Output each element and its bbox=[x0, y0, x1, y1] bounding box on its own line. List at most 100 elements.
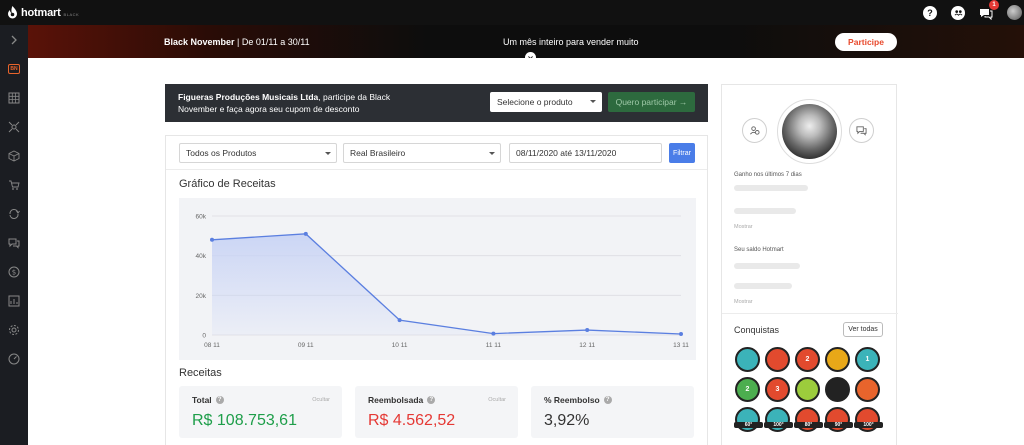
caret-down-icon bbox=[590, 100, 596, 103]
stat-percent-reembolso: % Reembolso? 3,92% bbox=[531, 386, 694, 438]
sidebar-item-settings[interactable] bbox=[0, 315, 28, 344]
quero-participar-button[interactable]: Quero participar → bbox=[608, 92, 695, 112]
caret-down-icon bbox=[325, 152, 331, 155]
badge-ribbon: 100° bbox=[764, 422, 793, 428]
brand-name: hotmart bbox=[21, 6, 61, 19]
stat-reembolsada-value: R$ 4.562,52 bbox=[368, 412, 456, 429]
x-tick-label: 08 11 bbox=[204, 342, 220, 349]
chevron-right-icon bbox=[11, 35, 17, 44]
check-badge-icon[interactable] bbox=[735, 347, 760, 372]
banner-event: Black November | De 01/11 a 30/11 bbox=[164, 37, 310, 47]
profile-avatar[interactable] bbox=[777, 99, 842, 164]
balance-secondary-hidden bbox=[734, 283, 792, 289]
badge-number: 2 bbox=[745, 386, 750, 393]
badge-number: 2 bbox=[805, 356, 810, 363]
notification-badge: 1 bbox=[989, 0, 999, 10]
chat-icon bbox=[8, 238, 20, 249]
box-icon bbox=[8, 149, 20, 162]
sidebar-item-products[interactable] bbox=[0, 141, 28, 170]
date-range-value: 08/11/2020 até 13/11/2020 bbox=[516, 148, 617, 158]
balance-value-hidden bbox=[734, 263, 800, 269]
achievements-title: Conquistas bbox=[734, 325, 780, 335]
brand-sub: BLACK bbox=[63, 11, 80, 17]
sidebar-expand[interactable] bbox=[0, 25, 28, 54]
dollar-icon: $ bbox=[8, 266, 20, 277]
show-earned-button[interactable]: Mostrar bbox=[734, 224, 753, 230]
sidebar-item-subscriptions[interactable] bbox=[0, 199, 28, 228]
fire-badge-icon[interactable] bbox=[855, 377, 880, 402]
community-icon[interactable] bbox=[951, 5, 965, 20]
glasses-badge-icon[interactable] bbox=[795, 377, 820, 402]
date-range-input[interactable]: 08/11/2020 até 13/11/2020 bbox=[509, 143, 662, 163]
rank-3-badge-icon[interactable]: 3 bbox=[765, 377, 790, 402]
speedometer-icon bbox=[8, 353, 20, 364]
product-select[interactable]: Selecione o produto bbox=[490, 92, 602, 112]
rank-1-badge-icon[interactable]: 1 bbox=[855, 347, 880, 372]
help-icon[interactable]: ? bbox=[603, 396, 612, 404]
100-red-badge-icon[interactable]: 100° bbox=[854, 407, 883, 432]
earned-secondary-hidden bbox=[734, 208, 796, 214]
sidebar-item-messages[interactable] bbox=[0, 228, 28, 257]
stat-reembolsada-title: Reembolsada? bbox=[368, 395, 436, 405]
y-tick-label: 60k bbox=[196, 214, 207, 221]
banner-dates: | De 01/11 a 30/11 bbox=[234, 36, 310, 47]
sidebar-item-finance[interactable]: $ bbox=[0, 257, 28, 286]
100-teal-badge-icon[interactable]: 100° bbox=[764, 407, 793, 432]
crown-badge-icon[interactable] bbox=[765, 347, 790, 372]
gear-icon bbox=[9, 324, 19, 335]
user-avatar[interactable] bbox=[1007, 5, 1022, 20]
chat-notification-icon[interactable]: 1 bbox=[979, 0, 999, 20]
revenue-chart-svg: 0 20k 40k 60k 08 11 09 11 10 11 11 11 12 11 13 11 bbox=[196, 214, 690, 350]
hide-total-button[interactable]: Ocultar bbox=[312, 397, 330, 403]
sidebar-item-affiliates[interactable] bbox=[0, 112, 28, 141]
rank-2-green-badge-icon[interactable]: 2 bbox=[735, 377, 760, 402]
80-badge-icon[interactable]: 80° bbox=[794, 407, 823, 432]
stat-reembolsada-label: Reembolsada bbox=[368, 395, 424, 405]
profile-panel: Ganho nos últimos 7 dias Mostrar Seu sal… bbox=[721, 84, 898, 445]
ninja-badge-icon[interactable] bbox=[825, 377, 850, 402]
x-tick-label: 10 11 bbox=[392, 342, 408, 349]
x-tick-label: 13 11 bbox=[673, 342, 689, 349]
product-filter[interactable]: Todos os Produtos bbox=[179, 143, 337, 163]
help-icon[interactable]: ? bbox=[923, 5, 937, 20]
sidebar-item-dashboard[interactable] bbox=[0, 83, 28, 112]
add-user-button[interactable] bbox=[742, 118, 767, 143]
sidebar-item-black-november[interactable]: BN bbox=[0, 54, 28, 83]
bn-icon: BN bbox=[8, 63, 20, 74]
help-icon[interactable]: ? bbox=[427, 396, 436, 404]
balance-label: Seu saldo Hotmart bbox=[734, 247, 784, 253]
60-badge-icon[interactable]: 60° bbox=[734, 407, 763, 432]
chart-title: Gráfico de Receitas bbox=[179, 178, 276, 190]
currency-filter[interactable]: Real Brasileiro bbox=[343, 143, 501, 163]
sidebar-item-tools[interactable] bbox=[0, 344, 28, 373]
participe-button[interactable]: Participe bbox=[835, 33, 897, 51]
sidebar-item-market[interactable] bbox=[0, 170, 28, 199]
divider bbox=[722, 313, 898, 314]
data-point bbox=[679, 332, 683, 337]
90-badge-icon[interactable]: 90° bbox=[824, 407, 853, 432]
promo-company: Figueras Produções Musicais Ltda bbox=[178, 92, 319, 102]
messages-button[interactable] bbox=[849, 118, 874, 143]
data-point bbox=[397, 318, 402, 323]
earned-label: Ganho nos últimos 7 dias bbox=[734, 172, 802, 178]
show-balance-button[interactable]: Mostrar bbox=[734, 299, 753, 305]
chat-icon bbox=[856, 126, 867, 136]
help-icon[interactable]: ? bbox=[215, 396, 224, 404]
grid-icon bbox=[8, 92, 20, 103]
stat-total-value: R$ 108.753,61 bbox=[192, 412, 297, 429]
currency-filter-value: Real Brasileiro bbox=[350, 148, 406, 158]
hide-reembolsada-button[interactable]: Ocultar bbox=[488, 397, 506, 403]
y-tick-label: 20k bbox=[196, 293, 207, 300]
banner-event-name: Black November bbox=[164, 36, 235, 47]
hotmart-logo[interactable]: hotmart BLACK bbox=[7, 6, 79, 19]
sidebar-item-analytics[interactable] bbox=[0, 286, 28, 315]
filter-button[interactable]: Filtrar bbox=[669, 143, 695, 163]
caret-down-icon bbox=[489, 152, 495, 155]
see-all-button[interactable]: Ver todas bbox=[843, 322, 883, 337]
x-tick-label: 11 11 bbox=[486, 342, 502, 349]
badge-number: 3 bbox=[775, 386, 780, 393]
filters-bar: Todos os Produtos Real Brasileiro 08/11/… bbox=[166, 136, 707, 170]
badge-ribbon: 90° bbox=[824, 422, 853, 428]
rank-2-badge-icon[interactable]: 2 bbox=[795, 347, 820, 372]
trophy-badge-icon[interactable] bbox=[825, 347, 850, 372]
